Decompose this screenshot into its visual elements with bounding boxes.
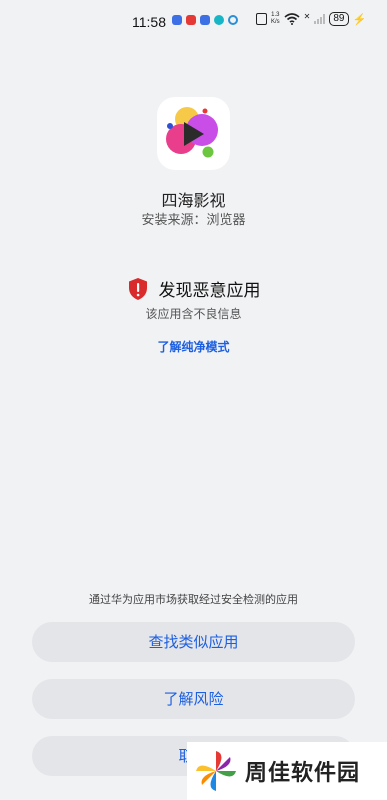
app-notif-blue-icon bbox=[172, 15, 182, 25]
app-notif-red-icon bbox=[186, 15, 196, 25]
app-notif-blue-square-icon bbox=[200, 15, 210, 25]
network-speed-unit: K/s bbox=[271, 19, 280, 25]
app-notif-teal-icon bbox=[214, 15, 224, 25]
status-time: 11:58 bbox=[132, 14, 166, 30]
learn-risks-button[interactable]: 了解风险 bbox=[32, 679, 355, 719]
system-icons: 1.3 K/s ✕ 89 ⚡ bbox=[256, 12, 366, 26]
signal-icon bbox=[314, 14, 326, 24]
app-icon bbox=[157, 97, 230, 170]
appgallery-hint: 通过华为应用市场获取经过安全检测的应用 bbox=[89, 593, 298, 606]
notification-icons bbox=[172, 15, 238, 25]
network-speed-value: 1.3 bbox=[271, 12, 280, 18]
find-similar-apps-button[interactable]: 查找类似应用 bbox=[32, 622, 355, 662]
watermark-text: 周佳软件园 bbox=[245, 761, 361, 786]
vibrate-icon bbox=[256, 13, 267, 25]
wifi-icon bbox=[284, 13, 300, 25]
app-notif-ring-icon bbox=[228, 15, 238, 25]
warning-header: 发现恶意应用 bbox=[0, 276, 387, 301]
warning-title: 发现恶意应用 bbox=[158, 281, 261, 301]
battery-indicator: 89 bbox=[329, 12, 349, 26]
network-speed: 1.3 K/s bbox=[271, 12, 280, 26]
warning-description: 该应用含不良信息 bbox=[145, 307, 242, 321]
status-bar: 11:58 1.3 K/s ✕ 89 ⚡ bbox=[0, 0, 387, 44]
shield-alert-icon bbox=[128, 277, 147, 300]
charging-icon: ⚡ bbox=[352, 13, 367, 26]
no-sim-icon: ✕ bbox=[303, 11, 311, 21]
install-blocked-screen: 11:58 1.3 K/s ✕ 89 ⚡ 四海影视 安装来源：浏览器 发现恶意应… bbox=[0, 0, 387, 800]
watermark: 周佳软件园 bbox=[187, 742, 387, 800]
learn-pure-mode-link[interactable]: 了解纯净模式 bbox=[0, 338, 387, 355]
pinwheel-logo-icon bbox=[196, 751, 236, 791]
app-name: 四海影视 bbox=[161, 191, 226, 210]
play-bubbles-icon bbox=[166, 107, 218, 158]
app-source: 安装来源：浏览器 bbox=[141, 213, 246, 228]
